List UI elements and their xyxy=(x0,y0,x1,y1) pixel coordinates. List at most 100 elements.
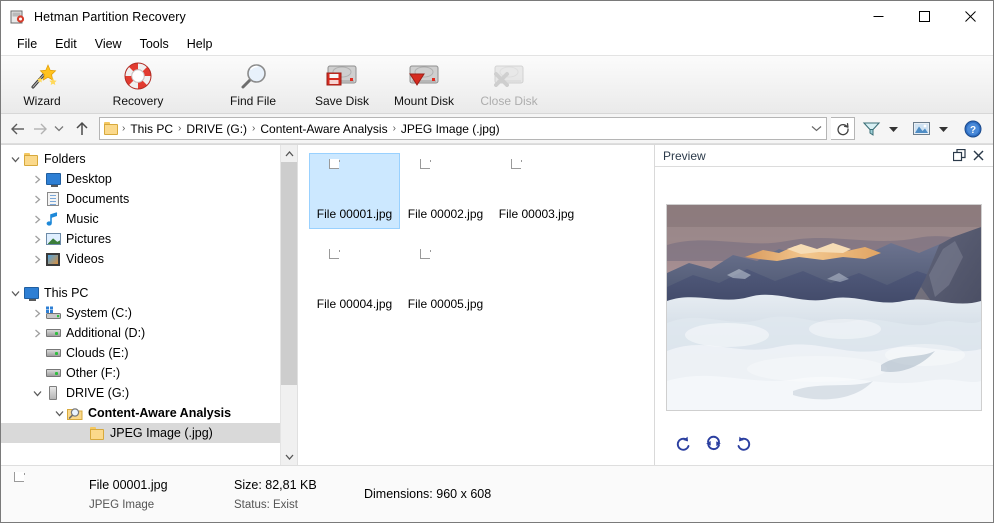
scroll-up-arrow[interactable] xyxy=(280,145,297,162)
tree-item-other-f[interactable]: Other (F:) xyxy=(1,363,297,383)
tree-label: Videos xyxy=(66,252,104,266)
tree-item-content-aware-analysis[interactable]: Content-Aware Analysis xyxy=(1,403,297,423)
application-window: Hetman Partition Recovery File Edit View… xyxy=(0,0,994,523)
status-status: Status: Exist xyxy=(234,499,364,511)
history-dropdown-icon[interactable] xyxy=(51,117,67,141)
status-size: Size: 82,81 KB xyxy=(234,478,364,492)
chevron-right-icon[interactable] xyxy=(29,171,45,187)
tree-item-folders[interactable]: Folders xyxy=(1,149,297,169)
flip-icon[interactable] xyxy=(703,433,723,453)
menu-help[interactable]: Help xyxy=(178,34,222,54)
find-file-button[interactable]: Find File xyxy=(209,58,297,112)
scroll-down-arrow[interactable] xyxy=(280,448,297,465)
monitor-icon xyxy=(45,171,61,187)
chevron-right-icon[interactable] xyxy=(29,305,45,321)
chevron-right-icon[interactable] xyxy=(29,231,45,247)
tree-item-drive-g[interactable]: DRIVE (G:) xyxy=(1,383,297,403)
chevron-right-icon[interactable] xyxy=(29,325,45,341)
close-button[interactable] xyxy=(947,1,993,32)
tree-item-documents[interactable]: Documents xyxy=(1,189,297,209)
menu-file[interactable]: File xyxy=(8,34,46,54)
folder-tree: Folders Desktop Documents Music Pictures… xyxy=(1,145,297,443)
file-item[interactable]: File 00004.jpg xyxy=(309,243,400,319)
chevron-down-icon[interactable] xyxy=(29,385,45,401)
save-disk-icon xyxy=(325,61,359,91)
file-item[interactable]: File 00001.jpg xyxy=(309,153,400,229)
mount-disk-button[interactable]: Mount Disk xyxy=(381,58,467,112)
computer-icon xyxy=(23,285,39,301)
menu-bar: File Edit View Tools Help xyxy=(1,32,993,56)
mount-disk-label: Mount Disk xyxy=(393,94,455,108)
menu-tools[interactable]: Tools xyxy=(131,34,178,54)
chevron-down-icon[interactable] xyxy=(806,125,826,132)
tree-item-additional-d[interactable]: Additional (D:) xyxy=(1,323,297,343)
rotate-left-icon[interactable] xyxy=(673,433,693,453)
undock-icon[interactable] xyxy=(951,147,968,164)
breadcrumb-jpeg-image[interactable]: JPEG Image (.jpg) xyxy=(397,121,504,137)
minimize-button[interactable] xyxy=(855,1,901,32)
tree-label: System (C:) xyxy=(66,306,132,320)
scrollbar-thumb[interactable] xyxy=(280,162,297,386)
tree-label: DRIVE (G:) xyxy=(66,386,130,400)
file-item[interactable]: File 00003.jpg xyxy=(491,153,582,229)
file-name-label: File 00004.jpg xyxy=(316,297,393,311)
view-mode-icon[interactable] xyxy=(909,117,934,141)
chevron-right-icon[interactable] xyxy=(29,191,45,207)
file-list-pane[interactable]: File 00001.jpg File 00002.jpg File 00003… xyxy=(298,145,655,465)
chevron-down-icon[interactable] xyxy=(51,405,67,421)
tree-item-jpeg-image[interactable]: JPEG Image (.jpg) xyxy=(1,423,297,443)
tree-label: Folders xyxy=(44,152,86,166)
chevron-down-icon[interactable] xyxy=(7,285,23,301)
breadcrumb-drive-g[interactable]: DRIVE (G:) xyxy=(182,121,251,137)
preview-body xyxy=(655,167,993,421)
status-size-value: 82,81 KB xyxy=(265,477,317,492)
tree-vertical-scrollbar[interactable] xyxy=(280,145,297,465)
tree-item-this-pc[interactable]: This PC xyxy=(1,283,297,303)
forward-arrow-icon[interactable] xyxy=(29,117,51,141)
tree-item-desktop[interactable]: Desktop xyxy=(1,169,297,189)
breadcrumb-bar[interactable]: › This PC › DRIVE (G:) › Content-Aware A… xyxy=(99,117,827,140)
recovery-button[interactable]: Recovery xyxy=(99,58,177,112)
tree-item-music[interactable]: Music xyxy=(1,209,297,229)
chevron-down-icon[interactable] xyxy=(7,151,23,167)
refresh-icon[interactable] xyxy=(831,117,855,140)
breadcrumb-this-pc[interactable]: This PC xyxy=(126,121,177,137)
tree-item-pictures[interactable]: Pictures xyxy=(1,229,297,249)
tree-group-spacer xyxy=(1,269,297,283)
filter-icon[interactable] xyxy=(859,117,884,141)
scrollbar-track[interactable] xyxy=(280,162,297,448)
status-dimensions: Dimensions: 960 x 608 xyxy=(364,487,491,501)
file-item[interactable]: File 00002.jpg xyxy=(400,153,491,229)
menu-view[interactable]: View xyxy=(86,34,131,54)
back-arrow-icon[interactable] xyxy=(7,117,29,141)
wizard-button[interactable]: Wizard xyxy=(3,58,81,112)
tree-expander-placeholder xyxy=(29,365,45,381)
file-item[interactable]: File 00005.jpg xyxy=(400,243,491,319)
filter-dropdown-caret[interactable] xyxy=(886,117,901,141)
close-icon[interactable] xyxy=(970,147,987,164)
close-disk-icon xyxy=(492,61,526,91)
preview-image xyxy=(666,204,982,411)
up-arrow-icon[interactable] xyxy=(71,117,93,141)
file-name-label: File 00005.jpg xyxy=(407,297,484,311)
chevron-right-icon[interactable] xyxy=(29,251,45,267)
view-mode-dropdown-caret[interactable] xyxy=(936,117,951,141)
svg-text:?: ? xyxy=(970,125,976,136)
system-drive-icon xyxy=(45,305,61,321)
chevron-right-icon[interactable] xyxy=(29,211,45,227)
tree-item-videos[interactable]: Videos xyxy=(1,249,297,269)
tree-label: Music xyxy=(66,212,99,226)
tree-item-system-c[interactable]: System (C:) xyxy=(1,303,297,323)
usb-drive-icon xyxy=(45,385,61,401)
tree-item-clouds-e[interactable]: Clouds (E:) xyxy=(1,343,297,363)
file-name-label: File 00002.jpg xyxy=(407,207,484,221)
menu-edit[interactable]: Edit xyxy=(46,34,86,54)
breadcrumb-content-aware-analysis[interactable]: Content-Aware Analysis xyxy=(256,121,391,137)
preview-pane: Preview xyxy=(655,145,993,465)
help-icon[interactable]: ? xyxy=(961,117,985,141)
save-disk-button[interactable]: Save Disk xyxy=(303,58,381,112)
tree-label: Documents xyxy=(66,192,130,206)
rotate-right-icon[interactable] xyxy=(733,433,753,453)
maximize-button[interactable] xyxy=(901,1,947,32)
status-file-name: File 00001.jpg xyxy=(89,477,168,492)
